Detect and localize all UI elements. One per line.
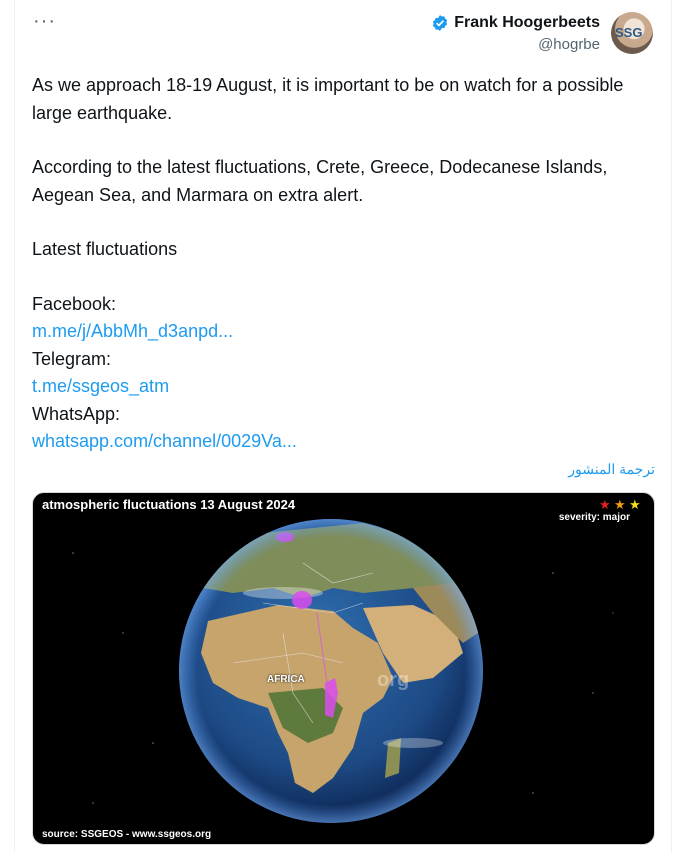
severity-star-icon: ★ — [629, 498, 641, 513]
facebook-link[interactable]: m.me/j/AbbMh_d3anpd... — [32, 318, 657, 346]
media-title: atmospheric fluctuations 13 August 2024 — [42, 497, 296, 512]
author-handle[interactable]: @hogrbe — [431, 36, 600, 53]
avatar[interactable]: SSG — [611, 12, 653, 54]
watermark: org — [377, 669, 410, 691]
map-label: AFRICA — [267, 674, 305, 685]
whatsapp-label: WhatsApp: — [32, 403, 121, 424]
author-name[interactable]: Frank Hoogerbeets — [454, 14, 600, 32]
avatar-text: SSG — [615, 25, 643, 40]
severity-star-icon: ★ — [599, 498, 611, 513]
severity-label: severity: major — [558, 512, 630, 523]
whatsapp-link[interactable]: whatsapp.com/channel/0029Va... — [32, 428, 657, 456]
telegram-link[interactable]: t.me/ssgeos_atm — [32, 373, 657, 401]
more-options-icon[interactable]: ··· — [33, 10, 56, 33]
globe-image: ★ ★ ★ — [72, 498, 641, 823]
translate-post-link[interactable]: ترجمة المنشور — [568, 461, 655, 478]
tweet-body: As we approach 18-19 August, it is impor… — [32, 72, 657, 456]
severity-star-icon: ★ — [614, 498, 626, 513]
facebook-label: Facebook: — [32, 293, 117, 314]
tweet-line-3: Latest fluctuations — [32, 239, 178, 259]
tweet-line-2: According to the latest fluctuations, Cr… — [32, 157, 608, 205]
tweet-media-image[interactable]: ★ ★ ★ atmospheric fluctuations 13 August… — [32, 492, 655, 845]
verified-badge-icon — [433, 15, 448, 31]
author-block[interactable]: Frank Hoogerbeets @hogrbe — [431, 14, 600, 53]
tweet-line-1: As we approach 18-19 August, it is impor… — [32, 75, 624, 123]
severity-stars: ★ ★ ★ — [599, 498, 641, 513]
source-label: source: SSGEOS - www.ssgeos.org — [42, 829, 212, 840]
telegram-label: Telegram: — [32, 348, 112, 369]
